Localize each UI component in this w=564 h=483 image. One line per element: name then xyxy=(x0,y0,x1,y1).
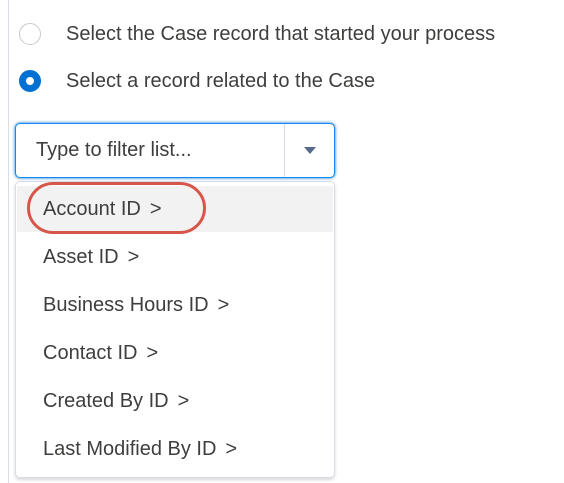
radio-option-case-record[interactable]: Select the Case record that started your… xyxy=(19,19,495,49)
radio-button-unselected[interactable] xyxy=(19,23,41,45)
radio-dot-icon xyxy=(26,77,34,85)
list-item-label: Asset ID xyxy=(43,245,119,268)
chevron-right-icon: > xyxy=(225,437,238,460)
panel-left-border xyxy=(8,0,9,483)
filter-input[interactable] xyxy=(16,124,284,177)
dropdown-list: Account ID > Asset ID > Business Hours ID >… xyxy=(15,181,335,478)
list-item-label: Business Hours ID xyxy=(43,293,209,316)
list-item-label: Account ID xyxy=(43,197,141,220)
list-item-account-id[interactable]: Account ID > xyxy=(17,186,333,232)
list-item-label: Created By ID xyxy=(43,389,169,412)
radio-option-related-record[interactable]: Select a record related to the Case xyxy=(19,66,375,96)
radio-button-selected[interactable] xyxy=(19,70,41,92)
radio-option-label: Select a record related to the Case xyxy=(66,69,376,92)
chevron-right-icon: > xyxy=(149,197,162,220)
list-item-contact-id[interactable]: Contact ID > xyxy=(17,330,333,376)
chevron-right-icon: > xyxy=(177,389,190,412)
chevron-right-icon: > xyxy=(146,341,159,364)
dropdown-toggle-button[interactable] xyxy=(285,124,334,177)
list-item-created-by-id[interactable]: Created By ID > xyxy=(17,378,333,424)
list-item-label: Contact ID xyxy=(43,341,138,364)
list-item-last-modified-by-id[interactable]: Last Modified By ID > xyxy=(17,426,333,472)
list-item-asset-id[interactable]: Asset ID > xyxy=(17,234,333,280)
list-item-label: Last Modified By ID xyxy=(43,437,217,460)
caret-down-icon xyxy=(303,147,316,154)
chevron-right-icon: > xyxy=(127,245,140,268)
list-item-business-hours-id[interactable]: Business Hours ID > xyxy=(17,282,333,328)
radio-option-label: Select the Case record that started your… xyxy=(66,22,496,45)
chevron-right-icon: > xyxy=(217,293,230,316)
filter-combobox[interactable] xyxy=(15,123,335,178)
